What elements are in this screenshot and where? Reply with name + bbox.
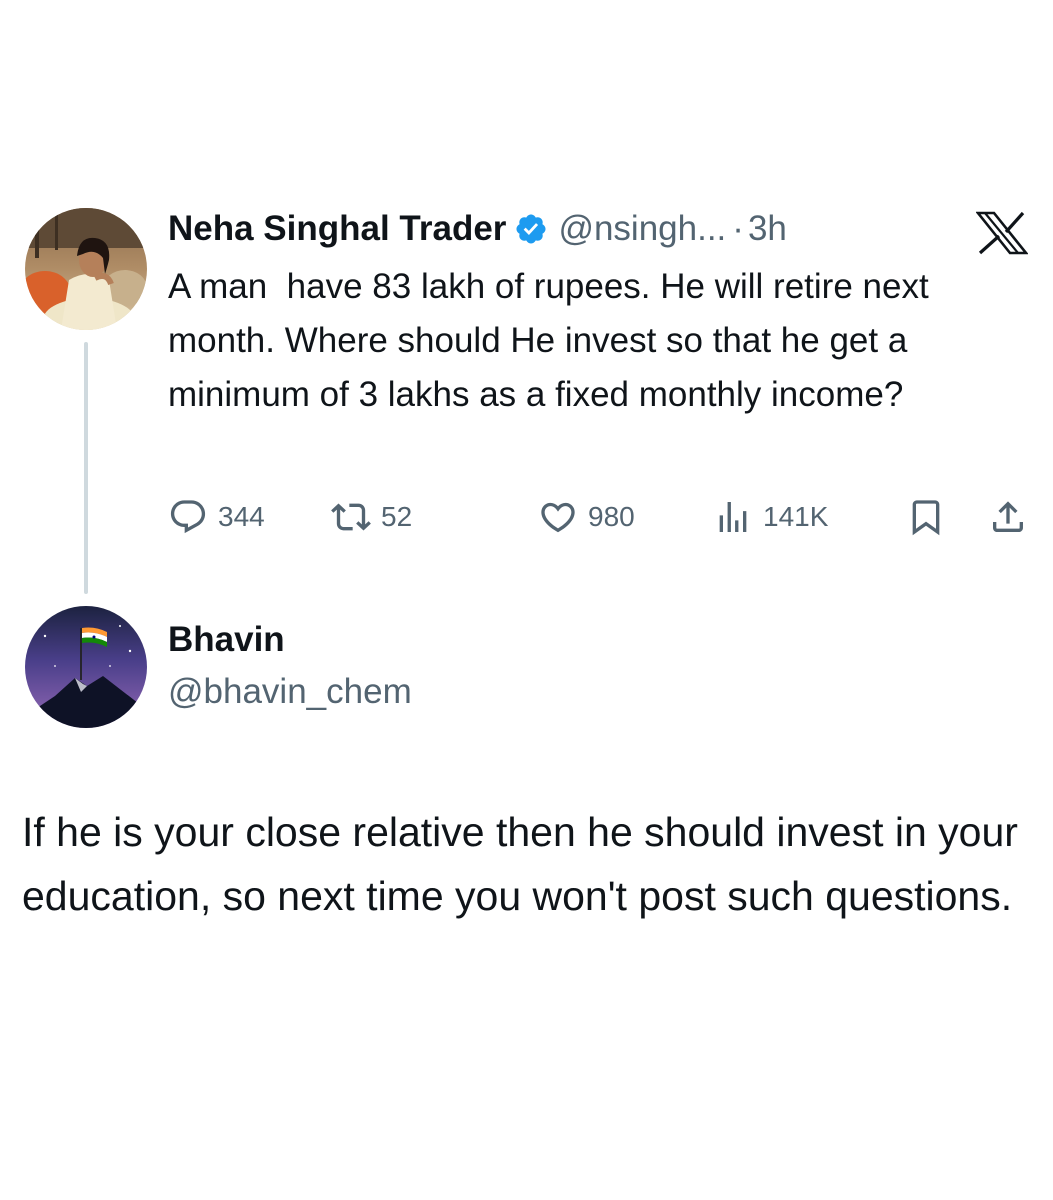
tweet-header: Neha Singhal Trader @nsingh... · 3h — [168, 203, 787, 255]
verified-badge-icon — [514, 212, 548, 246]
like-button[interactable]: 980 — [538, 494, 635, 540]
author-display-name[interactable]: Neha Singhal Trader — [168, 209, 506, 249]
reply-author-handle[interactable]: @bhavin_chem — [168, 672, 412, 712]
reply-button[interactable]: 344 — [168, 494, 265, 540]
bookmark-icon — [912, 500, 940, 536]
bhavin-avatar[interactable] — [25, 606, 147, 728]
tweet-thread-card: Neha Singhal Trader @nsingh... · 3h A man … — [0, 0, 1053, 1200]
author-handle-time: @nsingh... · 3h — [558, 209, 786, 249]
reply-icon — [170, 500, 206, 534]
bookmark-button[interactable] — [906, 494, 946, 540]
retweet-icon — [331, 503, 371, 531]
tweet-timestamp[interactable]: 3h — [748, 209, 787, 248]
like-count: 980 — [588, 501, 635, 532]
views-icon — [719, 502, 747, 532]
views-count: 141K — [763, 501, 829, 532]
reply-count: 344 — [218, 501, 265, 532]
neha-avatar[interactable] — [25, 208, 147, 330]
share-icon — [993, 501, 1023, 532]
retweet-count: 52 — [381, 501, 413, 532]
tweet-action-bar: 344 52 980 141K — [168, 494, 1038, 540]
reply-author-name[interactable]: Bhavin — [168, 620, 285, 660]
heart-icon — [541, 502, 575, 533]
thread-connector-line — [84, 342, 88, 594]
x-logo-icon — [975, 211, 1029, 255]
meta-separator: · — [732, 209, 744, 248]
retweet-button[interactable]: 52 — [331, 494, 412, 540]
reply-body-text: If he is your close relative then he sho… — [22, 809, 1018, 919]
share-button[interactable] — [988, 494, 1028, 540]
author-handle[interactable]: @nsingh... — [558, 209, 726, 248]
neha-avatar-image — [25, 208, 147, 330]
bhavin-avatar-image — [25, 606, 147, 728]
tweet-body-text: A man have 83 lakh of rupees. He will re… — [168, 267, 939, 414]
views-button[interactable]: 141K — [713, 494, 828, 540]
